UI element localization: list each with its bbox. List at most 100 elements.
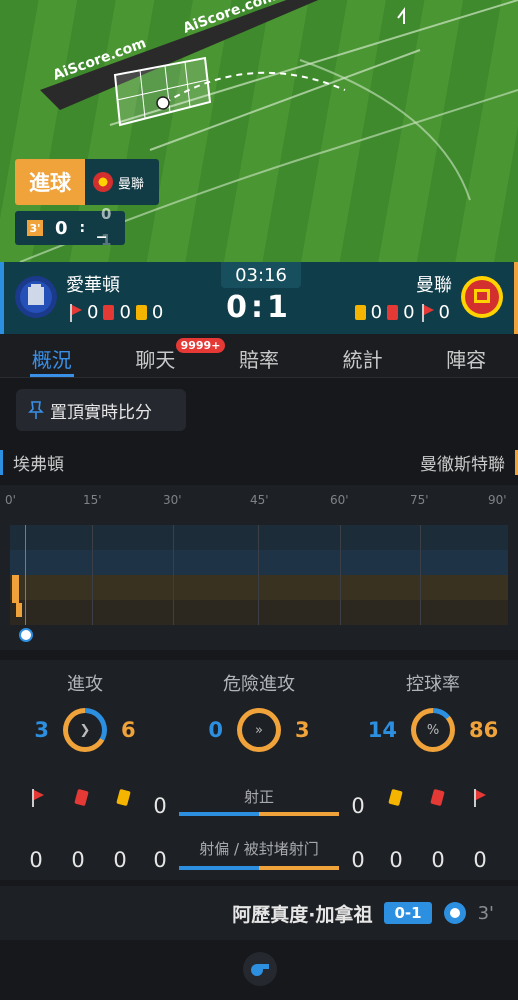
stat-away-value: 3	[295, 718, 310, 742]
grid-line	[173, 525, 174, 625]
corner-flag-icon	[420, 303, 434, 322]
tab-label: 統計	[342, 348, 383, 372]
corner-flag-icon	[472, 789, 486, 807]
yellow-card-icon	[388, 788, 403, 807]
goal-event-badge: 進球 曼聯	[15, 159, 159, 205]
teams-header: 埃弗頓 曼徹斯特聯	[0, 450, 518, 475]
tab-overview[interactable]: 概況	[0, 334, 104, 377]
home-shots-on: 0	[153, 794, 167, 818]
away-pressure-bar	[16, 603, 22, 617]
scorer-name: 阿歷真度·加拿祖	[232, 903, 373, 926]
chevron-right-icon: ❯	[79, 722, 91, 738]
stat-attack: 進攻 3 ❯ 6	[0, 670, 170, 752]
pitch-score-rolling: 0 1	[101, 205, 111, 249]
grid-line	[258, 525, 259, 625]
football-icon	[443, 902, 466, 924]
timeline-tick: 15'	[83, 493, 102, 507]
home-red-value: 0	[71, 848, 85, 872]
timeline-tick: 90'	[488, 493, 507, 507]
away-corners-value: 0	[473, 848, 487, 872]
yellow-card-icon	[354, 305, 366, 320]
tab-label: 概況	[31, 348, 72, 372]
goal-ball-icon[interactable]	[19, 628, 33, 642]
pin-icon	[28, 401, 44, 419]
timeline-grid	[10, 525, 508, 625]
shots-on-label: 射正	[243, 788, 274, 806]
stat-title: 控球率	[406, 674, 460, 695]
stat-dangerous-attack: 危險進攻 0 » 3	[174, 670, 344, 752]
home-band	[10, 550, 508, 575]
live-pitch-animation: AiScore.com AiScore.com 進球 曼聯 3' 0 : _ 0	[0, 0, 518, 262]
yellow-card-icon	[135, 305, 147, 320]
home-red-cards: 0	[119, 302, 131, 323]
stat-home-value: 0	[208, 718, 223, 742]
shots-off-bar	[179, 866, 339, 870]
shots-on-bar	[179, 812, 339, 816]
corner-flag-icon	[30, 789, 44, 807]
fast-forward-icon: »	[255, 722, 263, 738]
away-corners: 0	[438, 302, 450, 323]
home-band-top	[10, 525, 508, 550]
tab-bar: 概況 聊天 9999+ 賠率 統計 陣容	[0, 334, 518, 378]
possession-ring: %	[411, 708, 455, 752]
current-minute-line	[25, 525, 26, 625]
tab-stats[interactable]: 統計	[311, 334, 415, 377]
away-team-name[interactable]: 曼聯	[416, 271, 452, 297]
danger-ring: »	[237, 708, 281, 752]
timeline-tick: 60'	[330, 493, 349, 507]
away-shots-on: 0	[351, 794, 365, 818]
match-clock: 03:16	[221, 262, 301, 288]
tab-odds[interactable]: 賠率	[207, 334, 311, 377]
scoreboard: 愛華頓 03:16 0:1 曼聯 0 0 0 0 0 0	[0, 262, 518, 334]
away-band-bottom	[10, 600, 508, 625]
pitch-score-bottom: 1	[101, 231, 112, 249]
man-utd-crest-icon	[461, 276, 503, 318]
home-corners: 0	[87, 302, 99, 323]
tab-label: 賠率	[238, 348, 279, 372]
timeline-tick: 0'	[5, 493, 16, 507]
stat-home-value: 3	[34, 718, 49, 742]
goal-event-row[interactable]: 阿歷真度·加拿祖 0-1 3'	[0, 886, 518, 940]
grid-line	[340, 525, 341, 625]
red-card-icon	[103, 305, 115, 320]
icons-row: 0 射正 0	[0, 786, 518, 818]
percent-icon: %	[426, 722, 440, 738]
home-match-stats: 0 0 0	[68, 302, 163, 323]
pitch-score-home: 0	[55, 217, 68, 239]
whistle-icon	[243, 952, 277, 986]
timeline-tick: 45'	[250, 493, 269, 507]
home-shots-off: 0	[153, 848, 167, 872]
tab-label: 聊天	[135, 348, 176, 372]
live-stats-panel: 進攻 3 ❯ 6 危險進攻 0 » 3 控球率 14 % 86 0 射正 0 0…	[0, 660, 518, 880]
tab-lineup[interactable]: 陣容	[414, 334, 518, 377]
pitch-score-sep: :	[79, 220, 86, 236]
away-match-stats: 0 0 0	[354, 302, 450, 323]
away-band	[10, 575, 508, 600]
event-score: 0-1	[384, 902, 432, 924]
away-red-cards: 0	[403, 302, 415, 323]
away-red-value: 0	[431, 848, 445, 872]
corner-flag-icon	[68, 303, 82, 322]
grid-line	[420, 525, 421, 625]
home-team-fullname: 埃弗頓	[0, 450, 64, 475]
timeline-tick: 75'	[410, 493, 429, 507]
away-team-fullname: 曼徹斯特聯	[420, 450, 518, 475]
red-card-icon	[430, 788, 445, 807]
home-yellow-value: 0	[113, 848, 127, 872]
timeline-tick: 30'	[163, 493, 182, 507]
goal-team-name: 曼聯	[118, 176, 145, 192]
tab-chat[interactable]: 聊天 9999+	[104, 334, 226, 377]
away-yellow-cards: 0	[370, 302, 383, 323]
stat-away-value: 6	[121, 718, 136, 742]
match-timeline: 0' 15' 30' 45' 60' 75' 90'	[0, 485, 518, 650]
tab-label: 陣容	[446, 348, 487, 372]
attack-ring: ❯	[63, 708, 107, 752]
stat-away-value: 86	[469, 718, 499, 742]
red-card-icon	[74, 788, 89, 807]
minute-badge: 3'	[27, 220, 43, 236]
values-row: 0 0 0 0 射偏 / 被封堵射门 0 0 0 0	[0, 834, 518, 872]
pin-live-score-button[interactable]: 置頂實時比分	[16, 389, 186, 431]
away-yellow-value: 0	[389, 848, 403, 872]
away-pressure-bar	[12, 575, 19, 603]
stat-title: 進攻	[67, 674, 103, 695]
